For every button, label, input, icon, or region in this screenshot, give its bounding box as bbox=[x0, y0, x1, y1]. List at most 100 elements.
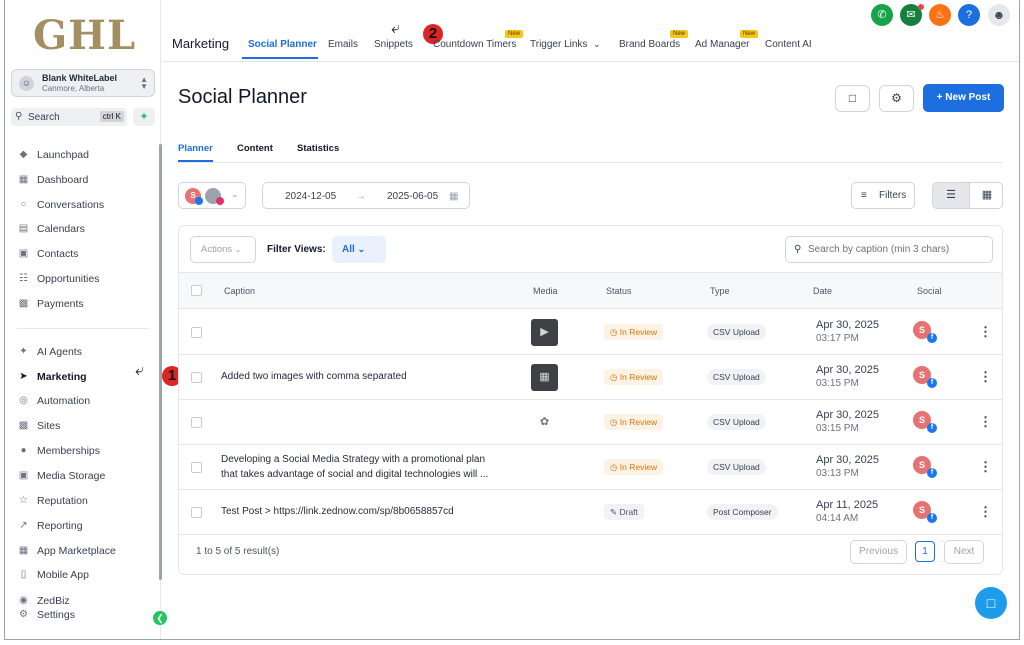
help-icon[interactable]: ? bbox=[958, 4, 980, 26]
next-page-button[interactable]: Next bbox=[944, 540, 984, 564]
sidebar-item-label: Media Storage bbox=[37, 470, 106, 482]
sidebar-item-reporting[interactable]: ↗ Reporting bbox=[17, 516, 153, 536]
sidebar-item-settings[interactable]: ⚙ Settings bbox=[17, 605, 153, 625]
sidebar-item-app-marketplace[interactable]: ▦ App Marketplace bbox=[17, 541, 153, 561]
row-checkbox[interactable] bbox=[191, 462, 202, 473]
sidebar-scrollbar[interactable] bbox=[159, 144, 162, 580]
sidebar-item-dashboard[interactable]: ▦ Dashboard bbox=[17, 170, 153, 190]
sidebar-item-contacts[interactable]: ▣ Contacts bbox=[17, 244, 153, 264]
sidebar: GHL ☺ Blank WhiteLabel Canmore, Alberta … bbox=[5, 0, 167, 639]
sidebar-item-memberships[interactable]: ● Memberships bbox=[17, 441, 153, 461]
table-row[interactable]: ▶ ◷ In Review CSV Upload Apr 30, 2025 03:17 … bbox=[179, 310, 1002, 355]
sidebar-item-opportunities[interactable]: ☷ Opportunities bbox=[17, 269, 153, 289]
sidebar-item-mobile-app[interactable]: ▯ Mobile App bbox=[17, 565, 153, 585]
phone-icon[interactable]: ✆ bbox=[871, 4, 893, 26]
current-page-button[interactable]: 1 bbox=[915, 541, 935, 562]
more-vertical-icon[interactable]: ⋮ bbox=[979, 414, 992, 430]
post-date: Apr 30, 2025 bbox=[816, 319, 879, 331]
sidebar-item-reputation[interactable]: ☆ Reputation bbox=[17, 491, 153, 511]
tab-brand-boards[interactable]: Brand Boards bbox=[619, 39, 680, 50]
user-avatar-icon[interactable]: ☻ bbox=[988, 4, 1010, 26]
brand-logo[interactable]: GHL bbox=[33, 12, 136, 59]
chat-widget-icon[interactable]: □ bbox=[975, 587, 1007, 619]
tab-content-ai[interactable]: Content AI bbox=[765, 39, 812, 50]
more-vertical-icon[interactable]: ⋮ bbox=[979, 324, 992, 340]
filter-view-value: All bbox=[342, 244, 355, 255]
tab-ad-manager[interactable]: Ad Manager bbox=[695, 39, 749, 50]
table-row[interactable]: Developing a Social Media Strategy with … bbox=[179, 445, 1002, 490]
sidebar-item-launchpad[interactable]: ◆ Launchpad bbox=[17, 145, 153, 165]
filters-button[interactable]: ≡ Filters bbox=[851, 182, 915, 209]
previous-page-button[interactable]: Previous bbox=[850, 540, 907, 564]
col-status: Status bbox=[606, 286, 632, 296]
sidebar-item-calendars[interactable]: ▤ Calendars bbox=[17, 219, 153, 239]
account-switcher[interactable]: ☺ Blank WhiteLabel Canmore, Alberta ▲ ▼ bbox=[11, 69, 155, 97]
row-checkbox[interactable] bbox=[191, 372, 202, 383]
sidebar-item-sites[interactable]: ▩ Sites bbox=[17, 416, 153, 436]
row-checkbox[interactable] bbox=[191, 507, 202, 518]
new-post-button[interactable]: + New Post bbox=[923, 84, 1004, 112]
filter-lines-icon: ≡ bbox=[861, 190, 867, 201]
settings-button[interactable]: ⚙ bbox=[879, 85, 914, 112]
sidebar-item-conversations[interactable]: ○ Conversations bbox=[17, 195, 153, 215]
media-thumbnail[interactable]: ✿ bbox=[531, 409, 558, 436]
table-row[interactable]: Added two images with comma separated ▦ ◷ … bbox=[179, 355, 1002, 400]
tab-snippets[interactable]: Snippets bbox=[374, 39, 413, 50]
row-checkbox[interactable] bbox=[191, 327, 202, 338]
status-label: In Review bbox=[619, 327, 658, 337]
sidebar-item-label: Payments bbox=[37, 298, 84, 310]
more-vertical-icon[interactable]: ⋮ bbox=[979, 459, 992, 475]
chevron-down-icon: ⌄ bbox=[357, 244, 366, 254]
tab-countdown-timers[interactable]: Countdown Timers bbox=[433, 39, 516, 50]
sidebar-item-ai-agents[interactable]: ✦ AI Agents bbox=[17, 342, 153, 362]
app-window: GHL ☺ Blank WhiteLabel Canmore, Alberta … bbox=[4, 0, 1020, 640]
status-icon: ◷ bbox=[610, 417, 620, 427]
post-time: 03:15 PM bbox=[816, 423, 859, 434]
sidebar-item-marketing[interactable]: ➤ Marketing bbox=[17, 367, 153, 387]
subtab-statistics[interactable]: Statistics bbox=[297, 143, 339, 154]
calendar-view-icon[interactable]: ▦ bbox=[969, 183, 1002, 208]
media-thumbnail[interactable]: ▦ bbox=[531, 364, 558, 391]
sidebar-item-label: Settings bbox=[37, 609, 75, 621]
media-thumbnail[interactable]: ▶ bbox=[531, 319, 558, 346]
select-all-checkbox[interactable] bbox=[191, 285, 202, 296]
bell-icon[interactable]: ♨ bbox=[929, 4, 951, 26]
date-range-picker[interactable]: 2024-12-05 → 2025-06-05 ▦ bbox=[262, 182, 470, 209]
subtab-planner[interactable]: Planner bbox=[178, 143, 213, 154]
list-view-icon[interactable]: ☰ bbox=[933, 183, 969, 208]
social-account-picker[interactable]: S ⌄ bbox=[178, 182, 246, 209]
sidebar-item-automation[interactable]: ◎ Automation bbox=[17, 391, 153, 411]
table-row[interactable]: Test Post > https://link.zednow.com/sp/8… bbox=[179, 490, 1002, 535]
caption-search-input[interactable]: ⚲ Search by caption (min 3 chars) bbox=[785, 236, 993, 263]
sidebar-item-media-storage[interactable]: ▣ Media Storage bbox=[17, 466, 153, 486]
grid-icon: ▦ bbox=[18, 174, 29, 185]
status-icon: ◷ bbox=[610, 372, 620, 382]
row-checkbox[interactable] bbox=[191, 417, 202, 428]
tab-trigger-links[interactable]: Trigger Links bbox=[530, 39, 587, 50]
col-media: Media bbox=[533, 286, 558, 296]
col-caption: Caption bbox=[224, 286, 256, 296]
sidebar-item-label: Conversations bbox=[37, 199, 105, 211]
filter-view-select[interactable]: All ⌄ bbox=[332, 236, 386, 263]
gear-icon: ⚙ bbox=[19, 609, 28, 620]
sidebar-search[interactable]: ⚲ Search ctrl K bbox=[11, 108, 127, 126]
annotation-arrow-1: ⤶ bbox=[135, 362, 144, 379]
feedback-button[interactable]: □ bbox=[835, 85, 870, 112]
tab-emails[interactable]: Emails bbox=[328, 39, 358, 50]
gear-icon: ⚙ bbox=[891, 91, 902, 105]
actions-dropdown[interactable]: Actions ⌄ bbox=[190, 236, 256, 263]
sidebar-item-label: Contacts bbox=[37, 248, 79, 260]
sidebar-item-payments[interactable]: ▩ Payments bbox=[17, 294, 153, 314]
media-icon: ▣ bbox=[18, 470, 29, 481]
quick-action-bolt-icon[interactable]: ✦ bbox=[133, 108, 155, 126]
more-vertical-icon[interactable]: ⋮ bbox=[979, 369, 992, 385]
collapse-sidebar-chevron-icon[interactable]: ❮ bbox=[153, 611, 167, 625]
sparkle-icon: ✦ bbox=[19, 346, 28, 357]
chevron-down-icon[interactable]: ⌄ bbox=[593, 39, 601, 50]
automation-icon: ◎ bbox=[19, 395, 28, 406]
more-vertical-icon[interactable]: ⋮ bbox=[979, 504, 992, 520]
tab-social-planner[interactable]: Social Planner bbox=[248, 39, 317, 50]
table-row[interactable]: ✿ ◷ In Review CSV Upload Apr 30, 2025 03:15 … bbox=[179, 400, 1002, 445]
sidebar-item-label: Automation bbox=[37, 395, 91, 407]
subtab-content[interactable]: Content bbox=[237, 143, 273, 154]
